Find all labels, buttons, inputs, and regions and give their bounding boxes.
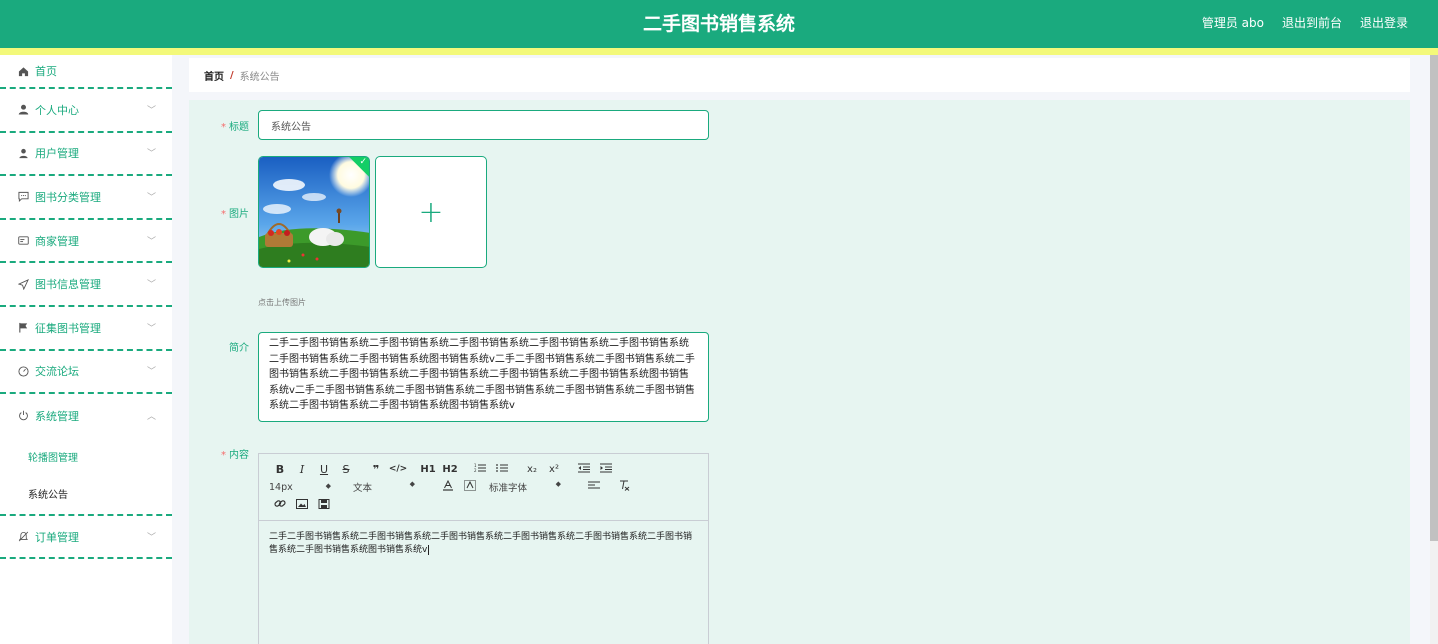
sidebar-item-system[interactable]: 系统管理 ︿ xyxy=(0,394,172,438)
chevron-down-icon: ﹀ xyxy=(146,532,156,543)
content-label: * 内容 xyxy=(221,450,249,461)
sidebar-item-collect-books[interactable]: 征集图书管理 ﹀ xyxy=(0,307,172,351)
code-button[interactable]: </> xyxy=(387,464,409,474)
form-panel: *标题 *图片 xyxy=(189,100,1410,644)
breadcrumb-current: 系统公告 xyxy=(239,71,280,83)
subscript-button[interactable]: x₂ xyxy=(521,464,543,475)
image-icon[interactable] xyxy=(291,498,313,512)
sidebar-item-label: 图书信息管理 xyxy=(35,278,101,292)
sidebar-item-profile[interactable]: 个人中心 ﹀ xyxy=(0,89,172,133)
plus-icon: + xyxy=(418,194,444,230)
sidebar-item-book-category[interactable]: 图书分类管理 ﹀ xyxy=(0,176,172,220)
landscape-image xyxy=(259,157,369,267)
sidebar: 首页 个人中心 ﹀ 用户管理 ﹀ 图书分类管理 ﹀ 商家管理 ﹀ 图书信息管理 … xyxy=(0,55,172,644)
svg-text:2: 2 xyxy=(474,468,477,473)
clear-format-icon[interactable] xyxy=(613,480,635,494)
chevron-down-icon: ﹀ xyxy=(146,323,156,334)
text-cursor xyxy=(428,545,430,555)
strike-button[interactable]: S xyxy=(335,463,357,476)
h2-button[interactable]: H2 xyxy=(439,464,461,475)
header-links: 管理员 abo 退出到前台 退出登录 xyxy=(1202,14,1408,31)
check-icon: ✓ xyxy=(359,157,367,167)
logout-link[interactable]: 退出登录 xyxy=(1360,14,1408,31)
upload-image-button[interactable]: + xyxy=(375,156,487,268)
send-icon xyxy=(17,278,29,290)
indent-icon[interactable] xyxy=(595,463,617,476)
title-label: * 标题 xyxy=(221,122,249,133)
video-icon[interactable] xyxy=(313,498,335,512)
chevron-down-icon: ﹀ xyxy=(146,280,156,291)
chevron-down-icon: ﹀ xyxy=(146,149,156,160)
quote-button[interactable]: ❞ xyxy=(365,463,387,476)
top-header: 二手图书销售系统 管理员 abo 退出到前台 退出登录 xyxy=(0,0,1438,48)
bullet-list-icon[interactable] xyxy=(491,463,513,476)
bold-button[interactable]: B xyxy=(269,463,291,476)
uploaded-image-thumbnail[interactable]: ✓ xyxy=(258,156,370,268)
page-scrollbar[interactable] xyxy=(1430,55,1438,644)
card-icon xyxy=(17,235,29,247)
sidebar-item-users[interactable]: 用户管理 ﹀ xyxy=(0,133,172,177)
system-submenu: 轮播图管理 系统公告 xyxy=(0,438,172,516)
sidebar-item-home[interactable]: 首页 xyxy=(0,55,172,89)
sidebar-item-label: 用户管理 xyxy=(35,147,79,161)
sidebar-item-label: 交流论坛 xyxy=(35,365,79,379)
italic-button[interactable]: I xyxy=(291,463,313,476)
sidebar-subitem-carousel[interactable]: 轮播图管理 xyxy=(0,438,172,475)
admin-user-label: 管理员 abo xyxy=(1201,16,1264,30)
image-label: * 图片 xyxy=(221,209,249,220)
sidebar-item-label: 征集图书管理 xyxy=(35,321,101,335)
sidebar-item-orders[interactable]: 订单管理 ﹀ xyxy=(0,516,172,560)
editor-toolbar: B I U S ❞ </> H1 H2 12 x₂ x² 14px ◆ 文本 ◆… xyxy=(259,454,708,521)
intro-label: 简介 xyxy=(229,343,249,354)
power-icon xyxy=(17,410,29,422)
sidebar-item-book-info[interactable]: 图书信息管理 ﹀ xyxy=(0,263,172,307)
align-icon[interactable] xyxy=(583,481,605,494)
h1-button[interactable]: H1 xyxy=(417,464,439,475)
text-format-select[interactable]: 文本 ◆ xyxy=(353,480,415,494)
intro-textarea[interactable]: 二手二手图书销售系统二手图书销售系统二手图书销售系统二手图书销售系统二手图书销售… xyxy=(258,332,709,422)
breadcrumb: 首页 / 系统公告 xyxy=(189,58,1410,92)
chevron-down-icon: ﹀ xyxy=(146,192,156,203)
breadcrumb-home[interactable]: 首页 xyxy=(204,68,224,83)
user-icon xyxy=(17,104,29,116)
upload-hint: 点击上传图片 xyxy=(258,298,306,307)
mute-icon xyxy=(17,531,29,543)
sidebar-item-label: 订单管理 xyxy=(35,530,79,544)
outdent-icon[interactable] xyxy=(573,463,595,476)
link-icon[interactable] xyxy=(269,498,291,512)
editor-content-area[interactable]: 二手二手图书销售系统二手图书销售系统二手图书销售系统二手图书销售系统二手图书销售… xyxy=(259,521,708,567)
exit-to-front-link[interactable]: 退出到前台 xyxy=(1282,14,1342,31)
chevron-down-icon: ﹀ xyxy=(146,367,156,378)
font-size-select[interactable]: 14px ◆ xyxy=(269,482,331,493)
sidebar-item-label: 个人中心 xyxy=(35,103,79,117)
ordered-list-icon[interactable]: 12 xyxy=(469,463,491,476)
sidebar-item-forum[interactable]: 交流论坛 ﹀ xyxy=(0,351,172,395)
scrollbar-thumb[interactable] xyxy=(1430,55,1438,541)
underline-button[interactable]: U xyxy=(313,463,335,476)
accent-bar xyxy=(0,48,1438,55)
flag-icon xyxy=(17,322,29,334)
home-icon xyxy=(17,65,29,77)
chevron-down-icon: ﹀ xyxy=(146,105,156,116)
gauge-icon xyxy=(17,365,29,377)
superscript-button[interactable]: x² xyxy=(543,464,565,475)
chevron-down-icon: ﹀ xyxy=(146,236,156,247)
title-input[interactable] xyxy=(258,110,709,140)
background-color-icon[interactable] xyxy=(459,480,481,494)
sidebar-item-label: 系统管理 xyxy=(35,409,79,423)
user-manage-icon xyxy=(17,147,29,159)
sidebar-item-label: 首页 xyxy=(35,65,57,78)
sidebar-subitem-notice[interactable]: 系统公告 xyxy=(0,475,172,512)
chat-icon xyxy=(17,191,29,203)
sidebar-item-label: 图书分类管理 xyxy=(35,190,101,204)
sidebar-item-label: 商家管理 xyxy=(35,234,79,248)
sidebar-item-merchant[interactable]: 商家管理 ﹀ xyxy=(0,220,172,264)
rich-text-editor: B I U S ❞ </> H1 H2 12 x₂ x² 14px ◆ 文本 ◆… xyxy=(258,453,709,644)
breadcrumb-separator: / xyxy=(230,69,234,81)
font-family-select[interactable]: 标准字体 ◆ xyxy=(489,480,561,494)
chevron-up-icon: ︿ xyxy=(146,411,156,422)
font-color-icon[interactable] xyxy=(437,479,459,494)
